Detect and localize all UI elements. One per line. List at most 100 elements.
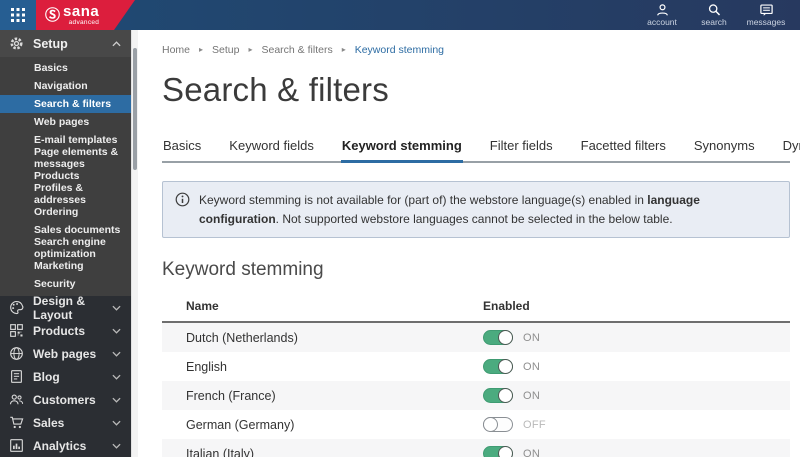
sidebar-item-sales[interactable]: Sales <box>0 411 131 434</box>
section-title: Keyword stemming <box>162 259 324 281</box>
sidebar-item-setup[interactable]: Setup <box>0 30 131 57</box>
enabled-toggle[interactable] <box>483 446 513 457</box>
sidebar-item-customers[interactable]: Customers <box>0 388 131 411</box>
toggle-state-label: ON <box>523 389 541 402</box>
table-row-english: English ON <box>162 352 790 381</box>
breadcrumb-search-filters[interactable]: Search & filters <box>262 44 333 56</box>
toggle-state-label: ON <box>523 360 541 373</box>
sidebar-item-basics[interactable]: Basics <box>0 59 131 77</box>
toggle-state-label: ON <box>523 331 541 344</box>
brand-subtitle: advanced <box>68 18 100 26</box>
tab-keyword-fields[interactable]: Keyword fields <box>228 134 315 161</box>
sidebar-item-web-pages-top[interactable]: Web pages <box>0 342 131 365</box>
enabled-toggle[interactable] <box>483 417 513 433</box>
sidebar-section-label: Analytics <box>33 438 87 453</box>
sidebar-item-web-pages[interactable]: Web pages <box>0 113 131 131</box>
tab-keyword-stemming[interactable]: Keyword stemming <box>340 134 463 163</box>
tab-bar: Basics Keyword fields Keyword stemming F… <box>162 134 800 163</box>
toggle-knob <box>498 446 513 457</box>
sidebar-section-label: Sales <box>33 415 65 430</box>
sidebar-item-profiles-addresses[interactable]: Profiles & addresses <box>0 182 131 206</box>
content-area: Home ▸ Setup ▸ Search & filters ▸ Keywor… <box>138 30 800 457</box>
breadcrumb-separator-icon: ▸ <box>248 45 253 54</box>
tab-facetted-filters[interactable]: Facetted filters <box>580 134 667 161</box>
breadcrumb: Home ▸ Setup ▸ Search & filters ▸ Keywor… <box>162 44 790 56</box>
table-row-dutch: Dutch (Netherlands) ON <box>162 323 790 353</box>
sidebar-item-search-filters[interactable]: Search & filters <box>0 95 131 113</box>
table-row-french: French (France) ON <box>162 381 790 411</box>
info-icon <box>175 192 190 207</box>
sidebar-section-label: Customers <box>33 392 96 407</box>
sidebar-item-analytics[interactable]: Analytics <box>0 434 131 457</box>
main-layout: Setup Basics Navigation Search & filters… <box>0 30 800 457</box>
sidebar-item-seo[interactable]: Search engine optimization <box>0 236 131 260</box>
account-icon <box>656 4 668 16</box>
toggle-knob <box>498 330 513 346</box>
search-icon <box>708 4 720 16</box>
tab-filter-fields[interactable]: Filter fields <box>489 134 554 161</box>
chevron-up-icon <box>112 40 121 46</box>
column-header-enabled: Enabled <box>483 299 530 314</box>
toggle-knob <box>483 417 498 433</box>
topbar-actions: account search messages <box>640 0 800 30</box>
sana-logo[interactable]: Ⓢ sana advanced <box>36 0 135 30</box>
breadcrumb-separator-icon: ▸ <box>199 45 204 54</box>
chevron-down-icon <box>112 443 121 449</box>
tab-dynamic-redirects[interactable]: Dynamic redirects <box>782 134 800 161</box>
enabled-toggle[interactable] <box>483 330 513 346</box>
sidebar-item-products[interactable]: Products <box>0 319 131 342</box>
sidebar-scrollbar-thumb[interactable] <box>133 48 137 170</box>
chevron-down-icon <box>112 351 121 357</box>
messages-button[interactable]: messages <box>744 3 788 27</box>
breadcrumb-setup[interactable]: Setup <box>212 44 239 56</box>
chevron-down-icon <box>112 420 121 426</box>
tab-synonyms[interactable]: Synonyms <box>693 134 756 161</box>
chevron-down-icon <box>112 397 121 403</box>
chevron-down-icon <box>112 374 121 380</box>
gear-icon <box>10 37 23 50</box>
sidebar-item-security[interactable]: Security <box>0 275 131 293</box>
language-name: Dutch (Netherlands) <box>186 330 298 345</box>
table-row-german: German (Germany) OFF <box>162 410 790 439</box>
table-row-italian: Italian (Italy) ON <box>162 439 790 457</box>
sidebar-section-label: Products <box>33 323 86 338</box>
language-name: Italian (Italy) <box>186 446 255 457</box>
sana-logo-icon: Ⓢ <box>45 6 61 24</box>
search-button[interactable]: search <box>692 3 736 27</box>
language-name: French (France) <box>186 388 276 403</box>
enabled-toggle[interactable] <box>483 388 513 404</box>
sidebar-item-page-elements[interactable]: Page elements & messages <box>0 146 131 170</box>
brand-name: sana <box>63 2 100 20</box>
globe-icon <box>10 347 23 360</box>
blog-document-icon <box>11 370 22 383</box>
breadcrumb-home[interactable]: Home <box>162 44 190 56</box>
tab-basics[interactable]: Basics <box>162 134 202 161</box>
products-grid-icon <box>10 324 23 337</box>
notice-text: Keyword stemming is not available for (p… <box>199 193 700 226</box>
info-notice: Keyword stemming is not available for (p… <box>162 181 790 239</box>
enabled-toggle[interactable] <box>483 359 513 375</box>
sidebar-item-navigation[interactable]: Navigation <box>0 77 131 95</box>
setup-submenu: Basics Navigation Search & filters Web p… <box>0 57 131 296</box>
language-name: German (Germany) <box>186 417 295 432</box>
sidebar-scrollbar[interactable] <box>131 30 138 457</box>
toggle-state-label: ON <box>523 447 541 457</box>
breadcrumb-current: Keyword stemming <box>354 44 444 56</box>
top-bar: Ⓢ sana advanced account search messages <box>0 0 800 30</box>
sidebar-section-label: Web pages <box>33 346 97 361</box>
cart-icon <box>10 416 24 429</box>
column-header-name: Name <box>186 299 219 314</box>
palette-icon <box>10 300 24 315</box>
sidebar-setup-section: Setup Basics Navigation Search & filters… <box>0 30 131 296</box>
sidebar-section-label: Design & Layout <box>33 293 86 322</box>
account-button[interactable]: account <box>640 3 684 27</box>
analytics-chart-icon <box>10 439 23 452</box>
chevron-down-icon <box>112 305 121 311</box>
sidebar-item-blog[interactable]: Blog <box>0 365 131 388</box>
account-label: account <box>647 17 677 27</box>
apps-menu-button[interactable] <box>0 0 36 30</box>
keyword-stemming-table: Name Enabled Dutch (Netherlands) ON Engl… <box>162 290 790 457</box>
sidebar-item-design-layout[interactable]: Design & Layout <box>0 293 131 322</box>
messages-label: messages <box>746 17 786 27</box>
toggle-knob <box>498 359 513 375</box>
